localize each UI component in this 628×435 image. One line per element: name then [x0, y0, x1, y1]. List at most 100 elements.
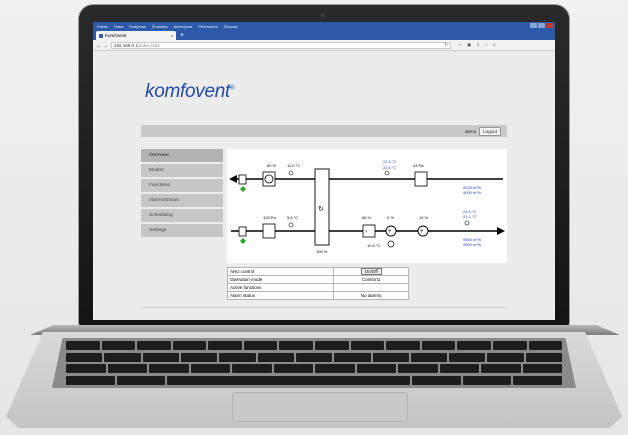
status-value: Comfort1: [333, 275, 409, 284]
menu-item[interactable]: Taisa: [114, 24, 123, 29]
sidebar-item-overview[interactable]: Overview: [141, 149, 223, 162]
status-table: AHU control On/Off Operation mode Comfor…: [226, 267, 409, 300]
camera: [320, 12, 326, 18]
tab-close-icon[interactable]: ×: [171, 33, 173, 38]
back-icon[interactable]: ←: [96, 43, 101, 48]
diagram-label: 11.0 °C: [287, 163, 300, 168]
key-row: [66, 352, 563, 362]
sidebar-item-modes[interactable]: Modes: [141, 164, 223, 177]
ahu-schematic: 60 % 11.0 °C ↻ 100 % 22.5 °C 22.6 °C 43 …: [229, 159, 505, 254]
menu-item[interactable]: Priemonės: [198, 24, 217, 29]
keyboard: [52, 338, 576, 388]
rotor-symbol: ↻: [318, 206, 324, 213]
diagram-label: 100 %: [316, 249, 328, 254]
sidebar-item-settings[interactable]: Settings: [141, 224, 223, 237]
url-host: 192.168.0.1: [114, 42, 138, 48]
maximize-button[interactable]: [538, 23, 545, 28]
menu-item[interactable]: Rodymas: [129, 24, 146, 29]
clipboard-icon[interactable]: ▣: [467, 42, 471, 48]
trackpad: [232, 392, 408, 422]
footer-divider: [141, 307, 507, 308]
diagram-label: 0 %: [387, 215, 394, 220]
table-row: Operation mode Comfort1: [226, 275, 409, 284]
menu-item[interactable]: Žinynas: [224, 24, 238, 29]
menu-icon[interactable]: ≡: [493, 42, 496, 48]
diagram-label: 22.6 °C: [383, 165, 396, 170]
supply-arrow-icon: [497, 227, 505, 235]
menu-item[interactable]: Adresynas: [173, 24, 192, 29]
logout-button[interactable]: Logout: [479, 126, 501, 136]
key-row: [66, 364, 562, 374]
temp-sensor-icon: [384, 170, 390, 176]
user-bar: demo Logout: [141, 125, 507, 137]
minimize-button[interactable]: [530, 23, 537, 28]
diagram-label: 22.5 °C: [383, 159, 396, 164]
browser-menubar: Failas Taisa Rodymas Žurnalas Adresynas …: [93, 22, 555, 30]
exhaust-filter-icon: [414, 171, 428, 187]
new-tab-button[interactable]: +: [180, 32, 184, 39]
logo-mark: ®: [229, 85, 235, 92]
web-page: komfovent® demo Logout Overview Modes Fu…: [93, 51, 555, 319]
diagram-label: 10 %: [419, 215, 429, 220]
menu-item[interactable]: Failas: [97, 24, 108, 29]
water-pump-icon: [387, 240, 395, 248]
exhaust-arrow-icon: [229, 175, 237, 183]
status-label: AHU control: [226, 267, 335, 276]
tab-title: Komfovent: [105, 33, 127, 38]
toolbar-icons: ☆ ▣ ⇩ ⌂ ≡: [458, 42, 495, 48]
diagram-label: 10.5 °C: [367, 243, 380, 248]
diagram-label: 5.6 °C: [287, 215, 298, 220]
diagram-label: 9000 m³/h: [463, 190, 481, 195]
laptop-lid: Failas Taisa Rodymas Žurnalas Adresynas …: [79, 5, 569, 327]
key-row: [66, 341, 563, 351]
cooler-symbol: +: [420, 229, 424, 235]
fan-symbol: ›: [365, 229, 367, 235]
table-row: Alarm status No alarms: [226, 291, 409, 300]
status-value: On/Off: [333, 267, 409, 276]
exhaust-fan-icon: [264, 174, 274, 184]
status-value: [333, 283, 409, 292]
komfovent-logo: komfovent®: [145, 81, 234, 103]
tab-strip: Komfovent × +: [93, 30, 555, 40]
status-label: Operation mode: [226, 275, 335, 284]
menu-item[interactable]: Žurnalas: [152, 24, 168, 29]
status-value: No alarms: [333, 291, 409, 300]
star-icon[interactable]: ☆: [458, 42, 462, 48]
navigation-bar: ← → 192.168.0.1/index.html ↻ ☆ ▣ ⇩ ⌂ ≡: [93, 40, 555, 51]
heater-symbol: +: [388, 229, 392, 235]
table-row: Active functions: [226, 283, 409, 292]
temp-sensor-icon: [464, 220, 470, 226]
diagram-label: 21.1 °C: [463, 214, 476, 219]
sidebar: Overview Modes Functions Alarms/Status S…: [141, 149, 223, 239]
diagram-label: 43 Pa: [413, 163, 424, 168]
diagram-label: 9600 m³/h: [463, 242, 481, 247]
username: demo: [464, 128, 477, 134]
diagram-label: 103 Pa: [263, 215, 276, 220]
temp-sensor-icon: [288, 170, 294, 176]
sidebar-item-alarms-status[interactable]: Alarms/Status: [141, 194, 223, 207]
on-off-button[interactable]: On/Off: [360, 268, 382, 275]
address-bar[interactable]: 192.168.0.1/index.html ↻: [111, 41, 451, 49]
status-label: Alarm status: [226, 291, 335, 300]
sidebar-item-functions[interactable]: Functions: [141, 179, 223, 192]
home-icon[interactable]: ⌂: [485, 42, 488, 48]
key-row: [66, 375, 562, 385]
favicon-icon: [99, 33, 103, 38]
browser-tab[interactable]: Komfovent ×: [96, 31, 176, 40]
damper-status-icon: [240, 238, 246, 244]
status-label: Active functions: [226, 283, 335, 292]
temp-sensor-icon: [288, 222, 294, 228]
close-window-button[interactable]: [546, 23, 553, 28]
laptop-screen: Failas Taisa Rodymas Žurnalas Adresynas …: [93, 22, 555, 320]
sidebar-item-scheduling[interactable]: Scheduling: [141, 209, 223, 222]
forward-icon[interactable]: →: [104, 43, 109, 48]
damper-icon: [238, 226, 247, 237]
url-path: /index.html: [137, 42, 160, 48]
download-icon[interactable]: ⇩: [476, 42, 480, 48]
damper-status-icon: [240, 186, 246, 192]
reload-icon[interactable]: ↻: [444, 42, 448, 48]
logo-text: komfovent: [145, 81, 230, 102]
diagram-label: 66 %: [362, 215, 372, 220]
window-controls: [530, 23, 553, 28]
ahu-diagram-panel: 60 % 11.0 °C ↻ 100 % 22.5 °C 22.6 °C 43 …: [227, 149, 507, 263]
